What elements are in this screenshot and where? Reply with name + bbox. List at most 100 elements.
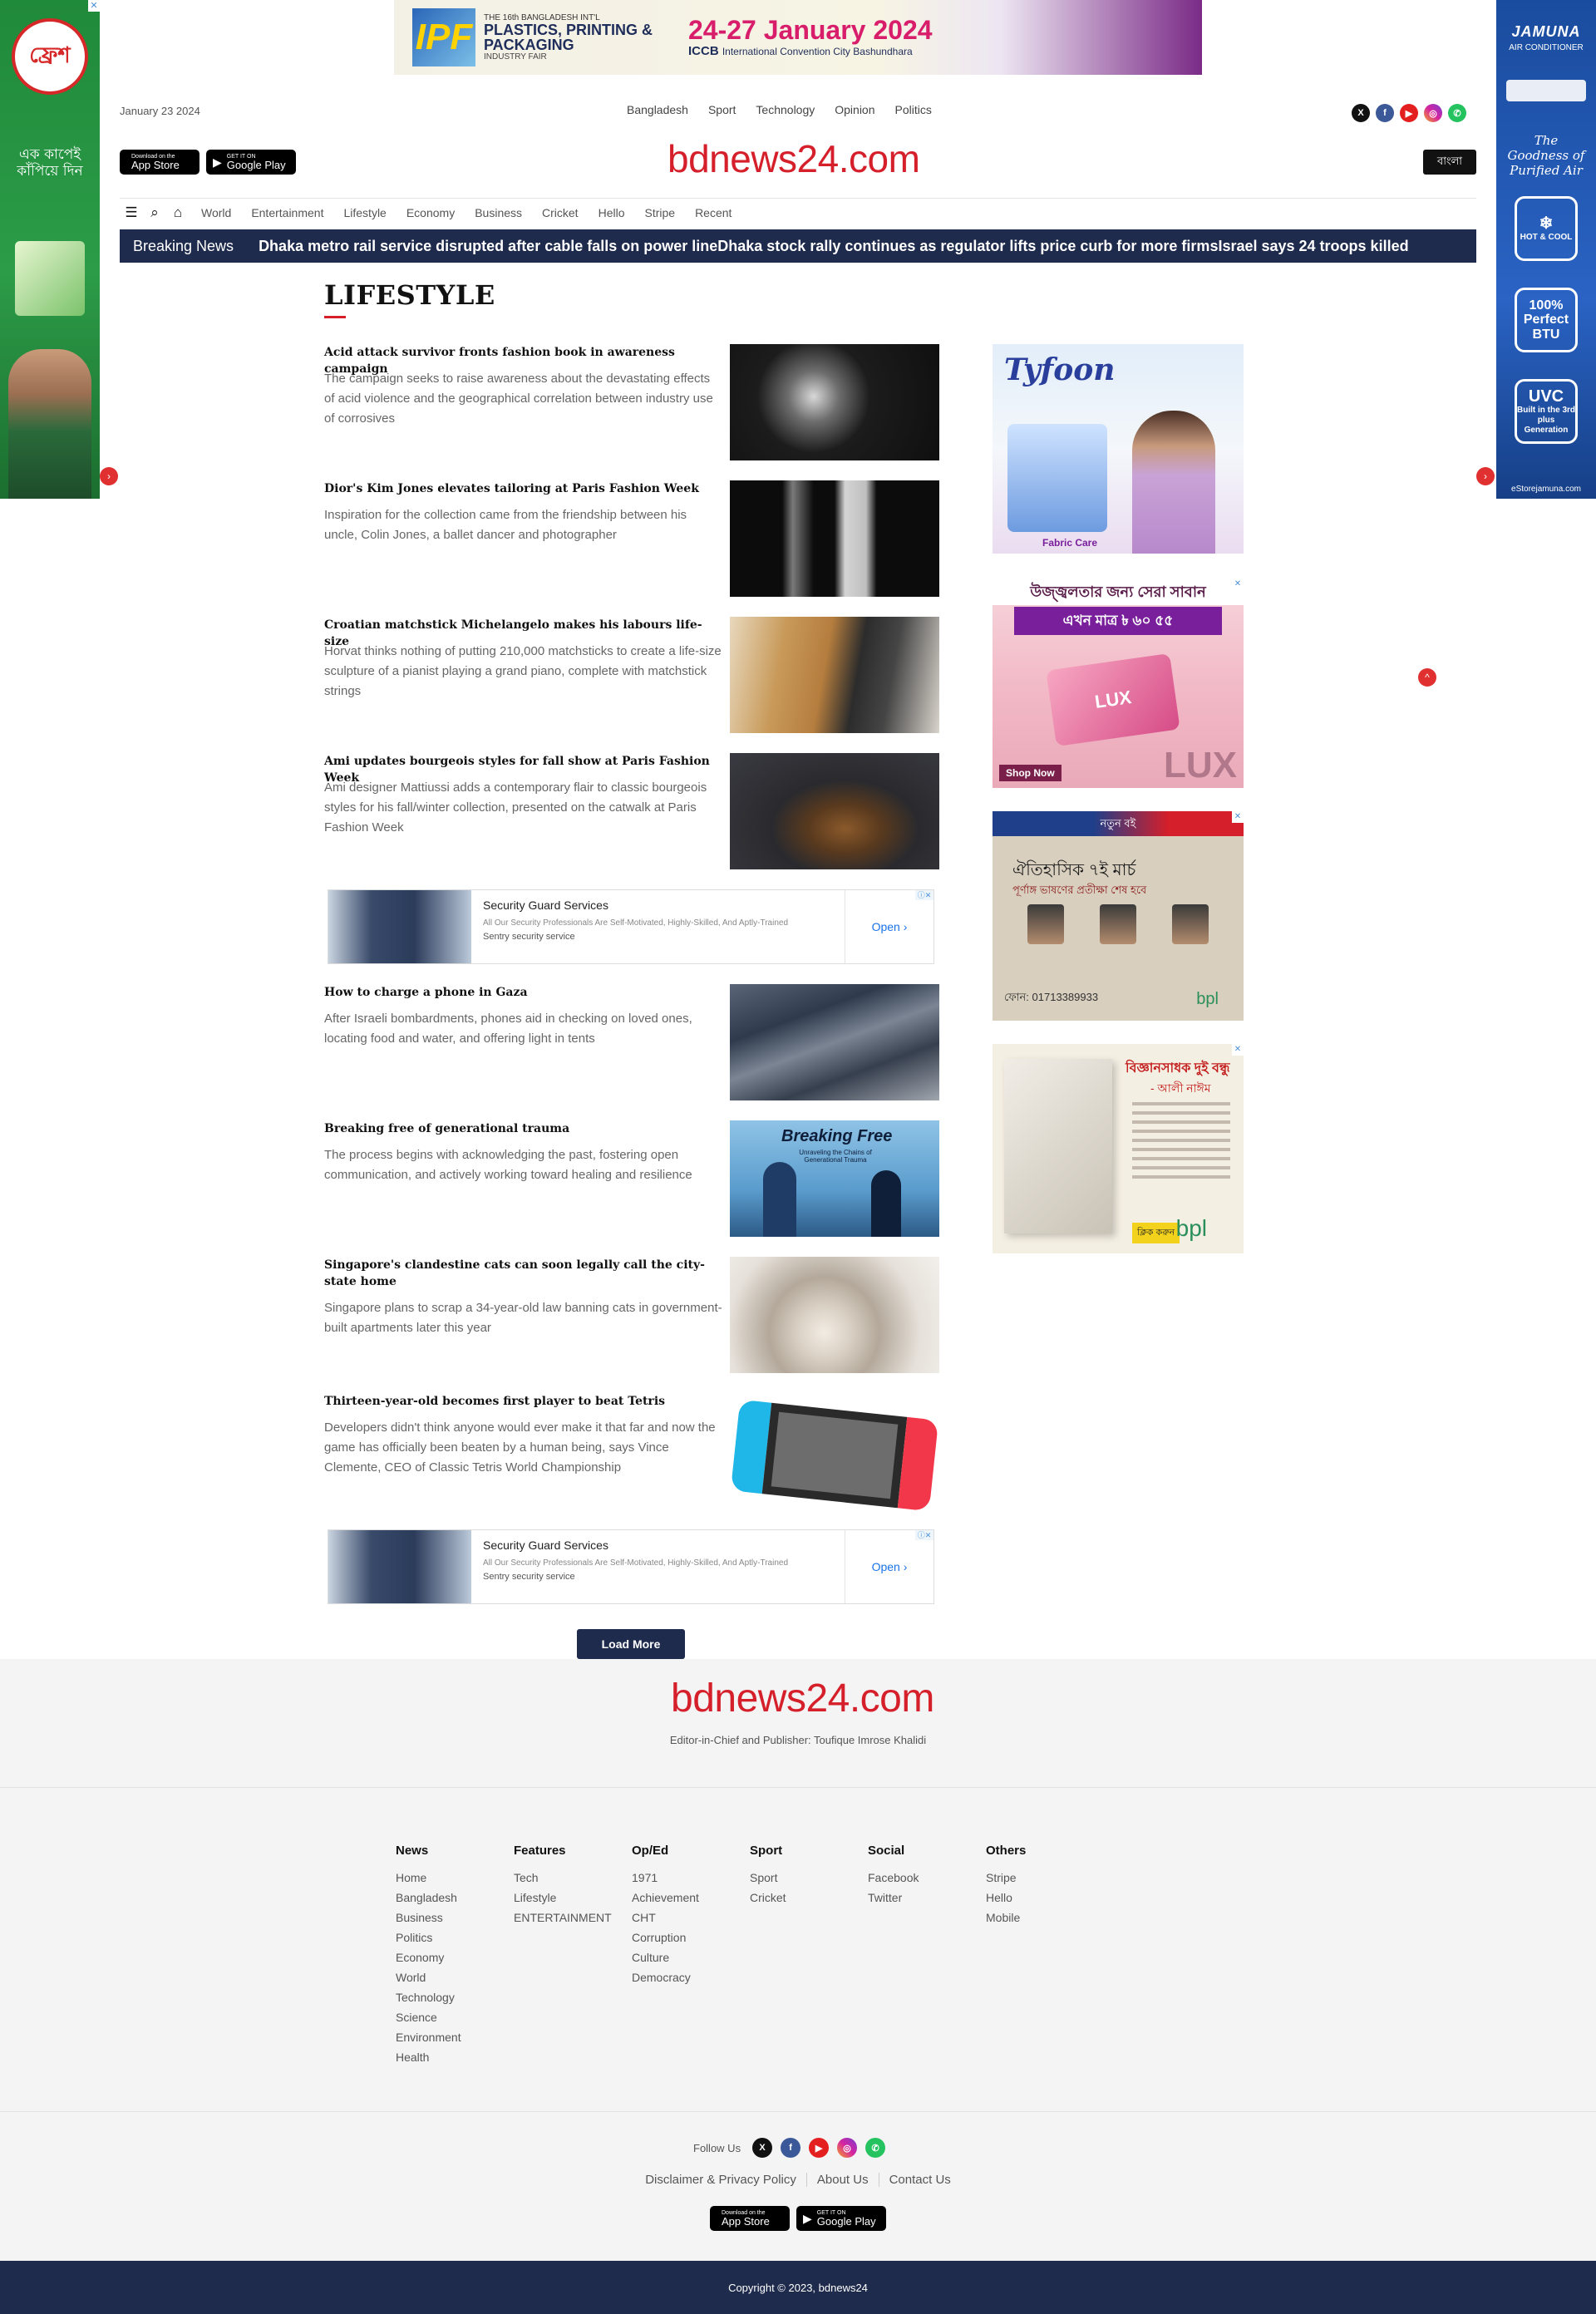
footer-link[interactable]: Politics <box>396 1928 514 1947</box>
article-image[interactable]: Breaking Free Unraveling the Chains of G… <box>730 1120 939 1237</box>
right-rail-chevron-icon[interactable]: › <box>1476 467 1495 485</box>
footer-link[interactable]: Cricket <box>750 1888 868 1908</box>
footer-link[interactable]: Twitter <box>868 1888 986 1908</box>
article-title[interactable]: Thirteen-year-old becomes first player t… <box>324 1393 723 1410</box>
footer-link[interactable]: Mobile <box>986 1908 1104 1928</box>
search-icon[interactable]: ⌕ <box>143 204 166 221</box>
lux-soap-ad[interactable]: উজ্জ্বলতার জন্য সেরা সাবান এখন মাত্র ৳ ৬… <box>993 578 1244 788</box>
footer-link[interactable]: Economy <box>396 1947 514 1967</box>
article-card[interactable]: Breaking free of generational trauma The… <box>324 1120 939 1237</box>
article-image[interactable] <box>730 617 939 733</box>
inline-ad[interactable]: Security Guard Services All Our Security… <box>328 1529 934 1604</box>
book-ad-two-friends[interactable]: বিজ্ঞানসাধক দুই বন্ধু - আলী নাঈম ক্লিক ক… <box>993 1044 1244 1253</box>
top-nav-sport[interactable]: Sport <box>708 103 736 116</box>
footer-link[interactable]: CHT <box>632 1908 750 1928</box>
nav-lifestyle[interactable]: Lifestyle <box>343 206 386 219</box>
footer-link[interactable]: World <box>396 1967 514 1987</box>
nav-world[interactable]: World <box>201 206 231 219</box>
article-card[interactable]: Dior's Kim Jones elevates tailoring at P… <box>324 480 939 597</box>
article-card[interactable]: Singapore's clandestine cats can soon le… <box>324 1257 939 1373</box>
footer-link[interactable]: Lifestyle <box>514 1888 632 1908</box>
about-us-link[interactable]: About Us <box>817 2173 869 2187</box>
instagram-icon[interactable]: ◎ <box>1424 104 1442 122</box>
article-image[interactable] <box>730 344 939 460</box>
article-title[interactable]: Breaking free of generational trauma <box>324 1120 723 1137</box>
breaking-item[interactable]: Dhaka metro rail service disrupted after… <box>259 238 717 255</box>
footer-link[interactable]: Achievement <box>632 1888 750 1908</box>
top-nav-bangladesh[interactable]: Bangladesh <box>627 103 688 116</box>
youtube-icon[interactable]: ▶ <box>809 2138 830 2158</box>
article-image[interactable] <box>730 753 939 869</box>
close-icon[interactable]: ✕ <box>88 0 100 12</box>
x-twitter-icon[interactable]: X <box>1352 104 1370 122</box>
footer-logo[interactable]: bdnews24.com <box>671 1676 934 1721</box>
breaking-item[interactable]: Israel says 24 troops killed <box>1218 238 1408 255</box>
footer-link[interactable]: Sport <box>750 1868 868 1888</box>
home-icon[interactable]: ⌂ <box>166 204 190 221</box>
contact-us-link[interactable]: Contact Us <box>889 2173 951 2187</box>
footer-link[interactable]: Corruption <box>632 1928 750 1947</box>
instagram-icon[interactable]: ◎ <box>837 2138 858 2158</box>
footer-link[interactable]: Facebook <box>868 1868 986 1888</box>
article-card[interactable]: Acid attack survivor fronts fashion book… <box>324 344 939 460</box>
footer-link[interactable]: Technology <box>396 1987 514 2007</box>
book-ad-7-march[interactable]: নতুন বই ঐতিহাসিক ৭ই মার্চ পূর্ণাঙ্গ ভাষণ… <box>993 811 1244 1021</box>
footer-link[interactable]: Culture <box>632 1947 750 1967</box>
bangla-language-button[interactable]: বাংলা <box>1423 150 1476 175</box>
nav-cricket[interactable]: Cricket <box>542 206 579 219</box>
footer-link[interactable]: Health <box>396 2047 514 2067</box>
ad-open-button[interactable]: Open › <box>845 1530 933 1603</box>
top-nav-politics[interactable]: Politics <box>895 103 932 116</box>
load-more-button[interactable]: Load More <box>577 1629 685 1659</box>
left-rail-ad[interactable]: ফ্রেশ এক কাপেই কাঁপিয়ে দিন ✕ <box>0 0 100 499</box>
youtube-icon[interactable]: ▶ <box>1400 104 1418 122</box>
nav-business[interactable]: Business <box>475 206 522 219</box>
footer-link[interactable]: ENTERTAINMENT <box>514 1908 632 1928</box>
disclaimer-privacy-link[interactable]: Disclaimer & Privacy Policy <box>645 2173 796 2187</box>
top-nav-technology[interactable]: Technology <box>756 103 815 116</box>
article-image[interactable] <box>730 984 939 1100</box>
close-icon[interactable]: ✕ <box>1232 811 1244 823</box>
close-icon[interactable]: ✕ <box>1232 1044 1244 1056</box>
article-card[interactable]: Ami updates bourgeois styles for fall sh… <box>324 753 939 869</box>
footer-link[interactable]: Stripe <box>986 1868 1104 1888</box>
footer-link[interactable]: Democracy <box>632 1967 750 1987</box>
footer-link[interactable]: Home <box>396 1868 514 1888</box>
footer-link[interactable]: Hello <box>986 1888 1104 1908</box>
footer-link[interactable]: Tech <box>514 1868 632 1888</box>
nav-recent[interactable]: Recent <box>695 206 732 219</box>
article-image[interactable] <box>730 1257 939 1373</box>
click-here-button[interactable]: ক্লিক করুন <box>1132 1223 1180 1243</box>
x-twitter-icon[interactable]: X <box>752 2138 773 2158</box>
article-title[interactable]: How to charge a phone in Gaza <box>324 984 723 1001</box>
article-title[interactable]: Dior's Kim Jones elevates tailoring at P… <box>324 480 723 497</box>
scroll-top-chevron-icon[interactable]: ^ <box>1418 668 1436 687</box>
site-logo[interactable]: bdnews24.com <box>667 136 920 181</box>
article-card[interactable]: How to charge a phone in Gaza After Isra… <box>324 984 939 1100</box>
footer-link[interactable]: 1971 <box>632 1868 750 1888</box>
facebook-icon[interactable]: f <box>781 2138 801 2158</box>
article-image[interactable] <box>730 1393 939 1512</box>
nav-entertainment[interactable]: Entertainment <box>251 206 323 219</box>
close-icon[interactable]: ✕ <box>1232 578 1244 590</box>
nav-economy[interactable]: Economy <box>406 206 455 219</box>
whatsapp-icon[interactable]: ✆ <box>1448 104 1466 122</box>
footer-link[interactable]: Bangladesh <box>396 1888 514 1908</box>
ad-choices-icon[interactable]: ⓘ✕ <box>915 1530 933 1540</box>
ad-choices-icon[interactable]: ⓘ✕ <box>915 890 933 900</box>
nav-hello[interactable]: Hello <box>598 206 625 219</box>
footer-link[interactable]: Environment <box>396 2027 514 2047</box>
article-title[interactable]: Singapore's clandestine cats can soon le… <box>324 1257 723 1290</box>
app-store-button[interactable]: Download on the App Store <box>120 150 200 175</box>
article-card[interactable]: Croatian matchstick Michelangelo makes h… <box>324 617 939 733</box>
facebook-icon[interactable]: f <box>1376 104 1394 122</box>
footer-app-store-button[interactable]: Download on the App Store <box>710 2206 790 2231</box>
google-play-button[interactable]: ▶ GET IT ON Google Play <box>206 150 296 175</box>
breaking-item[interactable]: Dhaka stock rally continues as regulator… <box>717 238 1218 255</box>
whatsapp-icon[interactable]: ✆ <box>865 2138 886 2158</box>
top-banner-ad[interactable]: IPF THE 16th BANGLADESH INT'L PLASTICS, … <box>394 0 1202 75</box>
nav-stripe[interactable]: Stripe <box>644 206 675 219</box>
right-rail-ad[interactable]: JAMUNA AIR CONDITIONER The Goodness of P… <box>1496 0 1596 499</box>
tyfoon-ad[interactable]: Tyfoon Fabric Care <box>993 344 1244 554</box>
ad-open-button[interactable]: Open › <box>845 890 933 963</box>
